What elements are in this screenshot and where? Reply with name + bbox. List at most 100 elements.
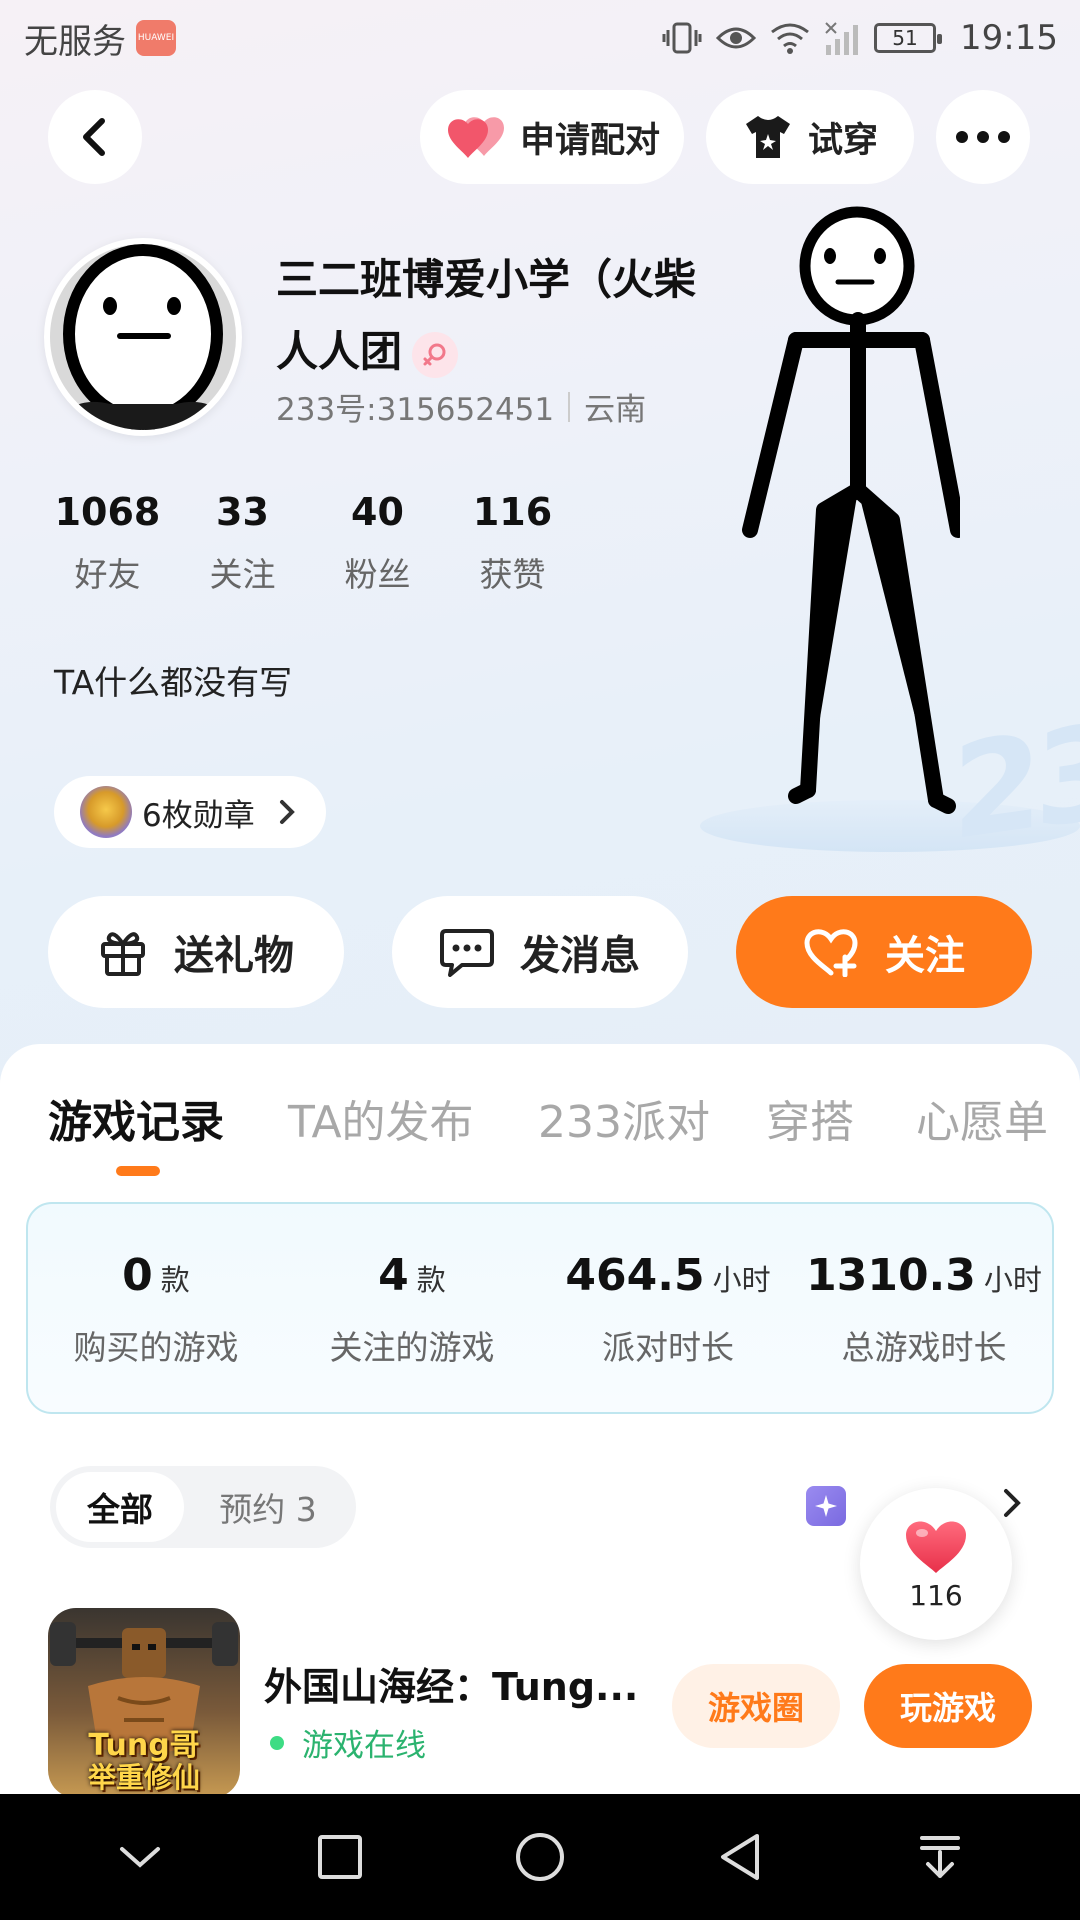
chevron-right-icon	[279, 800, 295, 824]
medal-icon	[80, 786, 132, 838]
tab-game-records[interactable]: 游戏记录	[48, 1086, 224, 1150]
pull-down-icon	[920, 1836, 960, 1878]
game-stat-label: 派对时长	[602, 1328, 734, 1367]
profile-stats: 1068 好友 33 关注 40 粉丝 116 获赞	[40, 490, 580, 596]
online-dot-icon	[270, 1735, 284, 1750]
game-stat-total-time: 1310.3 小时 总游戏时长	[796, 1204, 1052, 1412]
tab-233-party[interactable]: 233派对	[538, 1086, 710, 1150]
avatar[interactable]	[44, 238, 242, 436]
try-on-button[interactable]: 试穿	[706, 90, 914, 184]
tab-posts[interactable]: TA的发布	[288, 1086, 474, 1150]
tab-wishlist[interactable]: 心愿单	[916, 1086, 1048, 1150]
game-stat-value: 4	[378, 1250, 409, 1301]
game-icon-text: 举重修仙	[87, 1761, 200, 1794]
stat-value: 1068	[54, 490, 161, 534]
game-stat-value: 464.5	[565, 1250, 705, 1301]
medals-button[interactable]: 6枚勋章	[54, 776, 326, 848]
send-gift-button[interactable]: 送礼物	[48, 896, 344, 1008]
filter-reserved[interactable]: 预约 3	[184, 1472, 352, 1542]
stat-fans[interactable]: 40 粉丝	[310, 490, 445, 596]
stickman-avatar-figure[interactable]	[700, 200, 960, 820]
square-icon	[318, 1835, 362, 1879]
profile-tabs: 游戏记录 TA的发布 233派对 穿搭 心愿单	[0, 1086, 1080, 1148]
game-stat-value: 1310.3	[806, 1250, 976, 1301]
nav-notifications-button[interactable]	[890, 1807, 990, 1907]
tshirt-icon	[745, 116, 790, 158]
heart-plus-icon	[804, 929, 858, 977]
play-game-button[interactable]: 玩游戏	[864, 1664, 1032, 1748]
sparkle-icon[interactable]	[806, 1486, 846, 1526]
chevron-right-icon[interactable]	[1000, 1486, 1024, 1520]
back-button[interactable]	[48, 90, 142, 184]
uid-text[interactable]: 233号:315652451	[276, 384, 554, 429]
send-gift-label: 送礼物	[174, 933, 294, 979]
game-list-item[interactable]: Tung哥 举重修仙 外国山海经：Tung... 游戏在线 游戏圈 玩游戏	[48, 1608, 1048, 1798]
location-text: 云南	[584, 392, 647, 428]
nav-back-button[interactable]	[690, 1807, 790, 1907]
game-filter-segment: 全部 预约 3	[50, 1466, 356, 1548]
game-circle-button[interactable]: 游戏圈	[672, 1664, 840, 1748]
send-message-button[interactable]: 发消息	[392, 896, 688, 1008]
like-count: 116	[909, 1578, 963, 1612]
system-nav-bar	[0, 1794, 1080, 1920]
pair-request-label: 申请配对	[519, 120, 660, 161]
nav-hide-button[interactable]	[90, 1807, 190, 1907]
game-status: 游戏在线	[264, 1720, 426, 1765]
game-stat-unit: 小时	[983, 1263, 1042, 1297]
status-bar: 无服务 HUAWEI 51 19:15	[0, 0, 1080, 76]
double-heart-icon	[447, 117, 504, 158]
more-dots-icon	[956, 131, 1010, 143]
game-stat-purchased: 0款 购买的游戏	[28, 1204, 284, 1412]
vibrate-icon	[662, 20, 702, 56]
profile-name: 三二班博爱小学（火柴人人团	[276, 244, 716, 388]
chevron-down-icon	[120, 1847, 160, 1868]
game-status-text: 游戏在线	[302, 1728, 426, 1764]
status-right: 51 19:15	[662, 18, 1058, 58]
stat-label: 好友	[74, 555, 141, 594]
game-stat-unit: 款	[160, 1263, 190, 1297]
game-stat-unit: 款	[416, 1263, 446, 1297]
nav-home-button[interactable]	[490, 1807, 590, 1907]
tab-indicator	[116, 1166, 160, 1176]
game-title: 外国山海经：Tung...	[264, 1665, 639, 1709]
divider	[568, 391, 571, 422]
tab-outfits[interactable]: 穿搭	[766, 1086, 854, 1150]
game-stat-label: 总游戏时长	[841, 1328, 1007, 1367]
game-stats-panel: 0款 购买的游戏 4款 关注的游戏 464.5 小时 派对时长 1310.3 小时 …	[26, 1202, 1054, 1414]
stat-likes[interactable]: 116 获赞	[445, 490, 580, 596]
avatar-face-image	[50, 244, 236, 430]
huawei-icon: HUAWEI	[136, 20, 176, 56]
clock: 19:15	[960, 18, 1058, 58]
chevron-left-icon	[83, 118, 105, 156]
stat-value: 116	[472, 490, 553, 534]
eye-icon	[716, 23, 757, 53]
status-left: 无服务 HUAWEI	[24, 14, 176, 63]
chat-bubble-icon	[440, 929, 494, 977]
stat-friends[interactable]: 1068 好友	[40, 490, 175, 596]
stat-following[interactable]: 33 关注	[175, 490, 310, 596]
circle-icon	[516, 1833, 564, 1881]
game-stat-label: 购买的游戏	[73, 1328, 239, 1367]
wifi-icon	[770, 22, 810, 54]
game-stat-unit: 小时	[712, 1263, 771, 1297]
nav-recents-button[interactable]	[290, 1807, 390, 1907]
more-button[interactable]	[936, 90, 1030, 184]
stat-value: 40	[351, 490, 404, 534]
follow-label: 关注	[885, 933, 965, 979]
stat-value: 33	[216, 490, 269, 534]
stat-label: 获赞	[479, 555, 546, 594]
uid-row: 233号:315652451 云南	[276, 384, 646, 429]
female-gender-icon	[412, 331, 459, 378]
filter-all[interactable]: 全部	[56, 1472, 184, 1542]
try-on-label: 试穿	[807, 120, 878, 161]
send-message-label: 发消息	[520, 933, 640, 979]
follow-button[interactable]: 关注	[736, 896, 1032, 1008]
game-icon[interactable]: Tung哥 举重修仙	[48, 1608, 240, 1798]
pair-request-button[interactable]: 申请配对	[420, 90, 684, 184]
carrier-text: 无服务	[24, 21, 126, 62]
medals-label: 6枚勋章	[142, 797, 255, 834]
game-stat-label: 关注的游戏	[329, 1328, 495, 1367]
triangle-back-icon	[721, 1834, 759, 1880]
profile-name-text: 三二班博爱小学（火柴人人团	[276, 255, 697, 376]
game-stat-followed: 4款 关注的游戏	[284, 1204, 540, 1412]
